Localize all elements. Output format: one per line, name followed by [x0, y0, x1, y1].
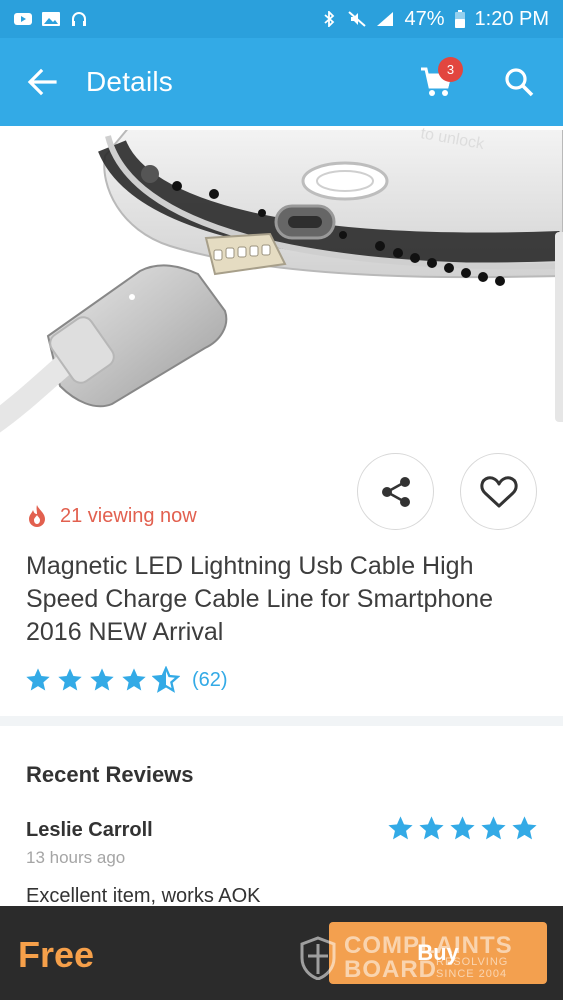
mute-icon — [348, 11, 367, 27]
review-stars — [386, 814, 539, 843]
star-full-icon — [90, 668, 114, 691]
headset-icon — [72, 12, 86, 26]
page-title: Details — [86, 66, 173, 97]
price-label: Free — [18, 934, 95, 975]
star-full-icon — [450, 816, 475, 840]
battery-icon — [454, 10, 465, 28]
star-full-icon — [481, 816, 506, 840]
fire-icon — [29, 505, 45, 527]
star-half-icon — [152, 666, 180, 693]
battery-percent: 47% — [404, 7, 445, 30]
cart-button[interactable]: 3 — [405, 54, 467, 110]
section-divider — [0, 716, 563, 726]
status-bar: 47% 1:20 PM — [0, 0, 563, 38]
product-rating[interactable]: (62) — [24, 666, 228, 694]
scroll-indicator — [555, 232, 563, 422]
product-title: Magnetic LED Lightning Usb Cable High Sp… — [26, 552, 493, 646]
buy-button[interactable]: Buy — [329, 922, 547, 984]
reviews-heading: Recent Reviews — [26, 762, 194, 787]
product-image[interactable]: to unlock — [0, 126, 563, 446]
star-full-icon — [58, 668, 82, 691]
signal-icon — [377, 12, 394, 26]
rating-count: (62) — [192, 668, 228, 691]
product-photo: to unlock — [0, 126, 563, 433]
share-button[interactable] — [357, 453, 434, 530]
star-full-icon — [26, 668, 50, 691]
back-arrow-icon — [27, 68, 57, 96]
clock: 1:20 PM — [474, 7, 549, 30]
rating-stars — [24, 666, 180, 694]
viewing-now: 21 viewing now — [26, 504, 197, 528]
heart-outline-icon — [479, 475, 518, 507]
star-full-icon — [388, 816, 413, 840]
star-full-icon — [122, 668, 146, 691]
cart-count-badge: 3 — [438, 57, 463, 82]
review-time: 13 hours ago — [26, 848, 126, 867]
search-button[interactable] — [490, 54, 548, 110]
bluetooth-icon — [324, 11, 335, 27]
review-text: Excellent item, works AOK — [26, 885, 261, 907]
status-left-icons — [14, 11, 88, 27]
gallery-icon — [42, 12, 60, 26]
youtube-icon — [14, 13, 32, 25]
star-full-icon — [512, 816, 537, 840]
search-icon — [505, 68, 534, 97]
back-button[interactable] — [0, 38, 86, 126]
status-right-icons: 47% 1:20 PM — [320, 8, 549, 31]
favorite-button[interactable] — [460, 453, 537, 530]
star-full-icon — [419, 816, 444, 840]
viewing-count: 21 viewing now — [60, 504, 197, 527]
app-bar: Details 3 — [0, 38, 563, 126]
share-icon — [381, 476, 410, 507]
buy-label: Buy — [417, 940, 459, 965]
reviewer-name: Leslie Carroll — [26, 819, 153, 841]
